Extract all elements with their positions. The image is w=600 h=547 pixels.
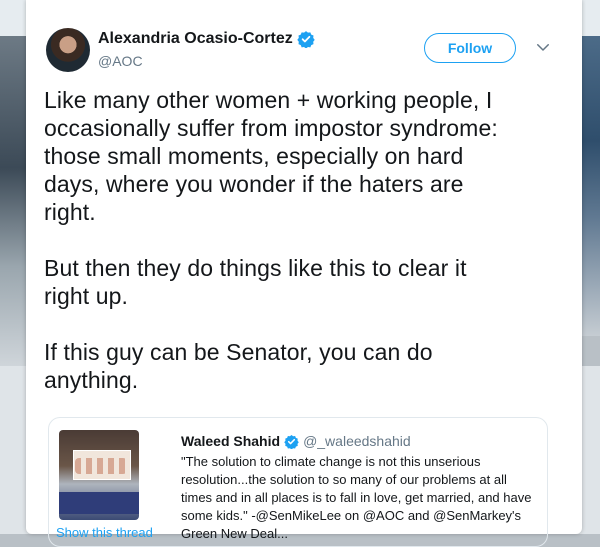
- follow-button[interactable]: Follow: [424, 33, 516, 63]
- quoted-tweet-header[interactable]: Waleed Shahid @_waleedshahid: [181, 433, 411, 449]
- quoted-author-name[interactable]: Waleed Shahid: [181, 433, 280, 449]
- tweet-body: Like many other women + working people, …: [44, 86, 524, 422]
- show-thread-link[interactable]: Show this thread: [56, 525, 153, 540]
- quoted-author-handle[interactable]: @_waleedshahid: [303, 433, 411, 449]
- thumbnail-news-banner: [59, 492, 139, 514]
- chevron-down-icon[interactable]: [534, 38, 552, 56]
- background-right: [580, 36, 600, 336]
- author-name[interactable]: Alexandria Ocasio-Cortez: [98, 30, 293, 48]
- quoted-tweet-text: "The solution to climate change is not t…: [181, 454, 532, 541]
- background-left: [0, 36, 26, 366]
- author-name-row[interactable]: Alexandria Ocasio-Cortez: [98, 30, 315, 48]
- thumbnail-poster-image: [75, 458, 127, 474]
- verified-badge-icon: [297, 31, 315, 48]
- verified-badge-icon: [284, 434, 299, 449]
- tweet-paragraph: If this guy can be Senator, you can do a…: [44, 339, 433, 393]
- tweet-card: Alexandria Ocasio-Cortez @AOC Follow Lik…: [26, 0, 582, 547]
- quoted-tweet-thumbnail[interactable]: [59, 430, 139, 520]
- tweet-paragraph: Like many other women + working people, …: [44, 87, 498, 225]
- author-handle[interactable]: @AOC: [98, 53, 143, 69]
- avatar[interactable]: [46, 28, 90, 72]
- tweet-paragraph: But then they do things like this to cle…: [44, 255, 467, 309]
